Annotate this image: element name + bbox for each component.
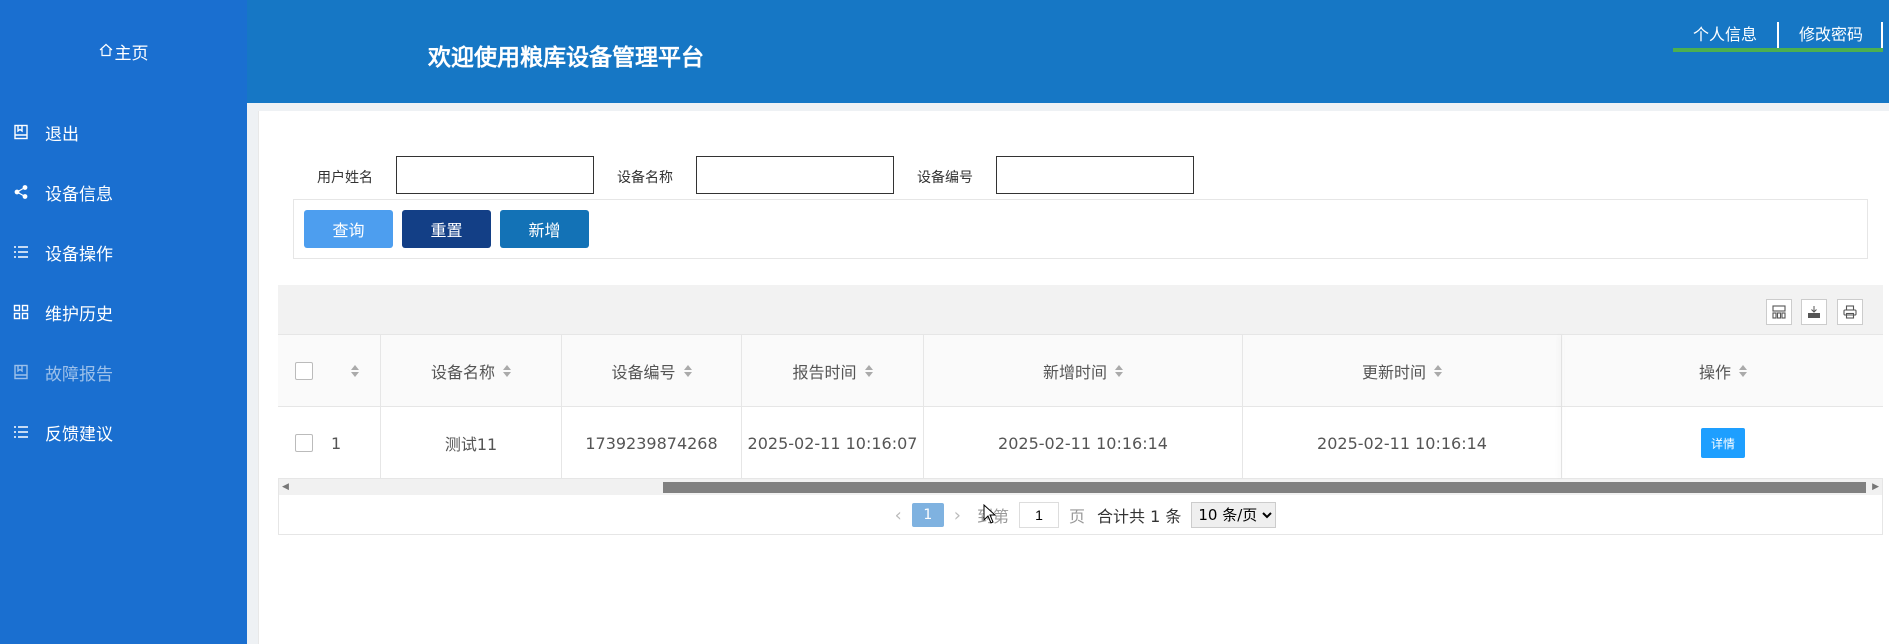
sort-icon [1115,365,1123,377]
sort-icon [503,365,511,377]
fixed-column-shadow [1563,335,1564,479]
updated-time-cell: 2025-02-11 10:16:14 [1243,407,1562,479]
change-password-link[interactable]: 修改密码 [1779,22,1883,48]
sidebar-item-feedback[interactable]: 反馈建议 [0,412,247,452]
sidebar-item-device-info[interactable]: 设备信息 [0,172,247,212]
home-icon [99,42,113,62]
table-header-row: 设备名称 设备编号 报告时间 新增时间 更新时间 操作 [278,335,1883,407]
home-link[interactable]: 主页 [0,0,247,103]
sidebar-item-label: 反馈建议 [45,424,113,445]
sort-icon [350,365,359,377]
current-page[interactable]: 1 [911,503,944,527]
device-code-cell: 1739239874268 [562,407,742,479]
sidebar-item-label: 设备操作 [45,244,113,265]
device-name-label: 设备名称 [617,170,673,186]
prev-page-icon[interactable]: ‹ [895,505,902,526]
device-name-input[interactable] [696,156,894,194]
sidebar-item-label: 设备信息 [45,184,113,205]
sort-icon [1739,365,1747,377]
sidebar-item-label: 退出 [45,124,79,145]
sort-icon [864,365,873,377]
scroll-left-icon[interactable]: ◀ [282,482,289,492]
share-icon [12,183,30,201]
sidebar-item-device-operation[interactable]: 设备操作 [0,232,247,272]
goto-page-input[interactable] [1019,502,1060,528]
list-icon [12,243,30,261]
device-name-cell: 测试11 [381,407,562,479]
book-icon [12,123,30,141]
top-links: 个人信息 修改密码 [1672,22,1883,52]
column-header-device-name[interactable]: 设备名称 [381,335,562,407]
device-code-input[interactable] [996,156,1194,194]
grid-icon [12,303,30,321]
table-toolbar [278,285,1883,335]
page-title: 欢迎使用粮库设备管理平台 [428,45,704,71]
sidebar-item-label: 故障报告 [45,364,113,385]
row-select-cell [278,407,329,479]
username-input[interactable] [396,156,594,194]
column-header-action[interactable]: 操作 [1563,335,1883,407]
column-header-updated-time[interactable]: 更新时间 [1243,335,1562,407]
page-size-select[interactable]: 10 条/页 [1191,502,1277,528]
scrollbar-thumb[interactable] [663,482,1866,493]
partial-column-header[interactable] [329,335,381,407]
device-code-label: 设备编号 [917,170,973,186]
next-page-icon[interactable]: › [954,505,961,526]
sidebar-item-logout[interactable]: 退出 [0,112,247,152]
query-button[interactable]: 查询 [304,210,393,248]
add-button[interactable]: 新增 [500,210,589,248]
book-icon [12,363,30,381]
sidebar-item-label: 维护历史 [45,304,113,325]
scroll-right-icon[interactable]: ▶ [1872,482,1879,492]
select-all-checkbox[interactable] [294,362,313,380]
profile-link[interactable]: 个人信息 [1673,22,1779,48]
list-icon [12,423,30,441]
report-time-cell: 2025-02-11 10:16:07 [742,407,924,479]
table-row: 1 测试11 1739239874268 2025-02-11 10:16:07… [278,407,1883,479]
detail-button[interactable]: 详情 [1701,428,1745,458]
sort-icon [1434,365,1442,377]
top-header [0,0,1889,103]
mouse-cursor-icon [983,503,997,528]
export-icon[interactable] [1801,299,1827,325]
partial-cell: 1 [329,407,381,479]
home-label: 主页 [114,44,149,64]
username-label: 用户姓名 [317,170,373,186]
action-cell: 详情 [1563,407,1883,479]
sort-icon [683,365,692,377]
goto-suffix: 页 [1069,507,1086,526]
column-header-report-time[interactable]: 报告时间 [742,335,924,407]
select-all-cell [278,335,329,407]
sidebar: 退出 设备信息 设备操作 维护历史 故障报告 反馈建议 [0,103,247,644]
horizontal-scrollbar[interactable]: ◀ ▶ [279,479,1882,495]
row-checkbox[interactable] [294,434,313,452]
column-header-device-code[interactable]: 设备编号 [562,335,742,407]
reset-button[interactable]: 重置 [402,210,491,248]
total-count: 合计共 1 条 [1097,507,1182,526]
created-time-cell: 2025-02-11 10:16:14 [924,407,1243,479]
sidebar-item-maintenance-history[interactable]: 维护历史 [0,292,247,332]
columns-icon[interactable] [1766,299,1792,325]
column-header-created-time[interactable]: 新增时间 [924,335,1243,407]
sidebar-item-fault-report[interactable]: 故障报告 [0,352,247,392]
print-icon[interactable] [1837,299,1863,325]
pagination: ‹ 1 › 到第 页 合计共 1 条 10 条/页 [278,495,1883,535]
